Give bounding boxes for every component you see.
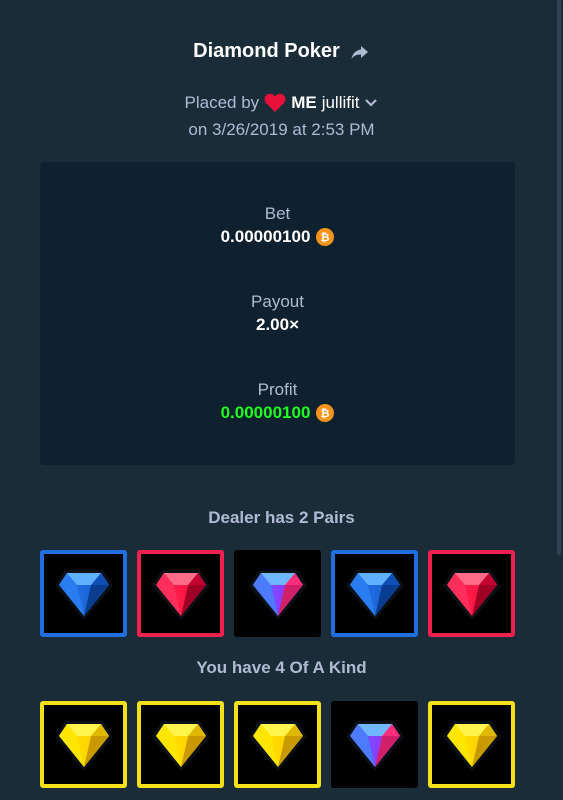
player-card (428, 701, 515, 788)
dealer-card (234, 550, 321, 637)
page-title: Diamond Poker (193, 40, 340, 62)
purple-diamond-icon (345, 720, 404, 771)
player-card (40, 701, 127, 788)
profit-value: 0.00000100 (220, 403, 311, 422)
player-hand (40, 701, 515, 788)
bet-value: 0.00000100 (220, 227, 311, 246)
player-card (137, 701, 224, 788)
blue-diamond-icon (345, 569, 404, 620)
payout-label: Payout (251, 292, 304, 311)
player-result: You have 4 Of A Kind (196, 658, 367, 677)
dealer-card (428, 550, 515, 637)
payout-value-row: 2.00× (40, 315, 515, 335)
scrollbar[interactable] (557, 0, 561, 555)
yellow-diamond-icon (151, 720, 210, 771)
profit-value-row: 0.00000100 ₿ (40, 403, 515, 423)
dealer-card (40, 550, 127, 637)
svg-text:₿: ₿ (321, 407, 330, 420)
placed-by-label: Placed by (184, 93, 260, 112)
header: Diamond Poker (0, 40, 563, 63)
bet-value-row: 0.00000100 ₿ (40, 227, 515, 247)
red-diamond-icon (151, 569, 210, 620)
player-card (331, 701, 418, 788)
red-diamond-icon (442, 569, 501, 620)
bitcoin-icon: ₿ (316, 228, 335, 246)
dealer-card (137, 550, 224, 637)
dealer-result: Dealer has 2 Pairs (208, 508, 355, 527)
purple-diamond-icon (248, 569, 307, 620)
bet-stat: Bet 0.00000100 ₿ (40, 204, 515, 247)
chevron-down-icon[interactable] (364, 98, 378, 108)
profit-stat: Profit 0.00000100 ₿ (40, 380, 515, 423)
yellow-diamond-icon (248, 720, 307, 771)
profit-label: Profit (257, 380, 298, 399)
placed-by: Placed by ME jullifit (0, 93, 563, 113)
bet-label: Bet (264, 204, 291, 223)
bitcoin-icon: ₿ (316, 404, 335, 422)
payout-stat: Payout 2.00× (40, 292, 515, 335)
heart-icon (264, 93, 286, 112)
dealer-hand (40, 550, 515, 637)
blue-diamond-icon (54, 569, 113, 620)
share-icon[interactable] (350, 42, 370, 62)
user-badge: ME (291, 93, 317, 112)
bet-date: on 3/26/2019 at 2:53 PM (188, 120, 375, 139)
yellow-diamond-icon (54, 720, 113, 771)
bet-details-panel: Bet 0.00000100 ₿ Payout 2.00× Profit 0.0… (40, 162, 515, 465)
svg-text:₿: ₿ (321, 231, 330, 244)
dealer-card (331, 550, 418, 637)
username-link[interactable]: jullifit (322, 93, 360, 113)
player-card (234, 701, 321, 788)
payout-value: 2.00× (255, 315, 299, 334)
yellow-diamond-icon (442, 720, 501, 771)
